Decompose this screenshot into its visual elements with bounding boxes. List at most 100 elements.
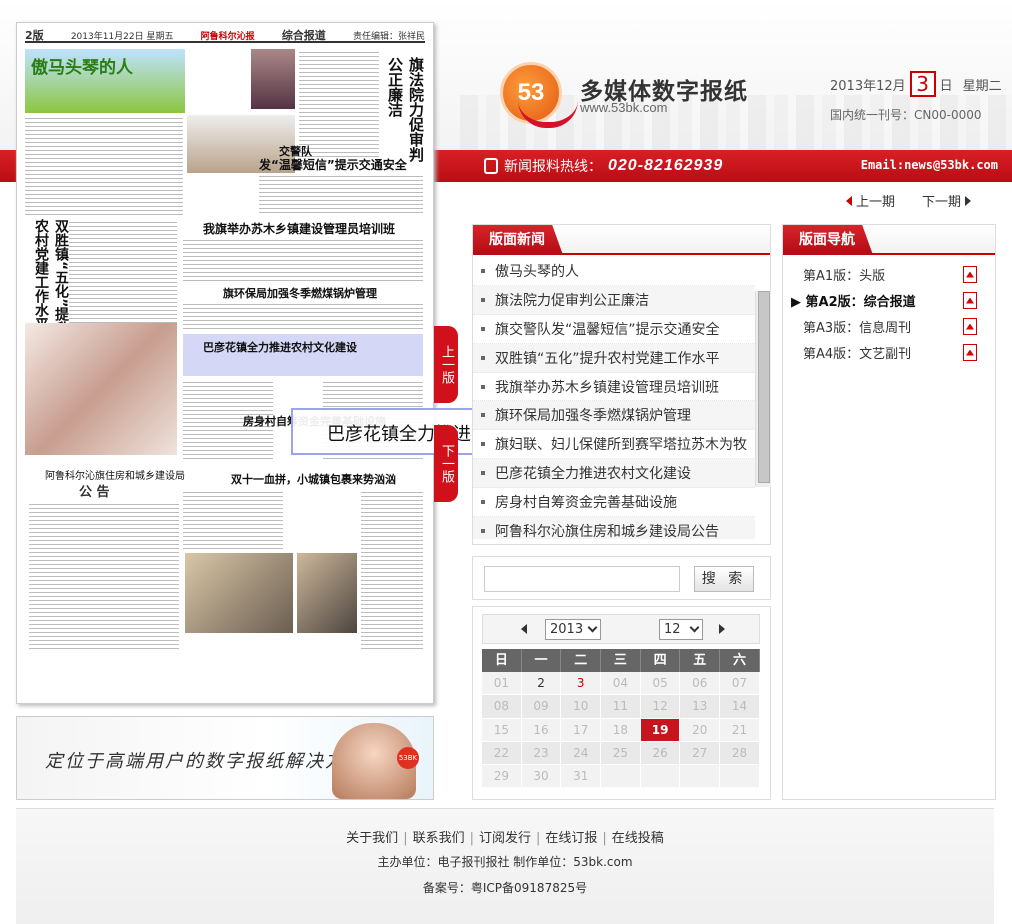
- calendar-day[interactable]: 2: [521, 672, 562, 696]
- newspaper-page[interactable]: 2版 2013年11月22日 星期五 阿鲁科尔沁报 综合报道 责任编辑：张祥民 …: [16, 22, 434, 704]
- article-text: [25, 115, 183, 215]
- next-issue-link[interactable]: 下一期: [922, 191, 972, 210]
- scrollbar-thumb[interactable]: [758, 291, 770, 483]
- guide-item[interactable]: 第A4版：文艺副刊: [783, 339, 995, 365]
- calendar-day: 20: [680, 718, 721, 742]
- headline-boiler[interactable]: 旗环保局加强冬季燃煤锅炉管理: [223, 285, 377, 301]
- prev-year-icon[interactable]: [521, 624, 527, 634]
- calendar-day: [640, 764, 681, 789]
- calendar-day: 24: [561, 741, 602, 765]
- article-banner[interactable]: 傲马头琴的人: [25, 49, 185, 113]
- contact-email[interactable]: Email:news@53bk.com: [861, 158, 998, 172]
- news-item[interactable]: 阿鲁科尔沁旗住房和城乡建设局公告: [473, 517, 755, 539]
- calendar-nav: 2013 12: [482, 614, 760, 644]
- month-select[interactable]: 12: [659, 619, 703, 640]
- calendar-day: 13: [680, 695, 721, 719]
- article-text: [29, 501, 179, 651]
- article-text: [183, 237, 423, 281]
- calendar-day[interactable]: 19: [640, 718, 681, 742]
- page-header: 2版 2013年11月22日 星期五 阿鲁科尔沁报 综合报道 责任编辑：张祥民: [25, 29, 425, 43]
- footer-link[interactable]: 关于我们: [346, 831, 398, 846]
- calendar-day: 27: [680, 741, 721, 765]
- footer-icp: 备案号：粤ICP备09187825号: [422, 881, 588, 895]
- pdf-icon[interactable]: [963, 343, 977, 361]
- calendar-day: 01: [482, 672, 522, 696]
- year-select[interactable]: 2013: [545, 619, 601, 640]
- calendar-day: 30: [521, 764, 562, 789]
- calendar-day: 22: [482, 741, 522, 765]
- arrow-left-icon: [846, 195, 852, 206]
- news-item[interactable]: 旗交警队发“温馨短信”提示交通安全: [473, 315, 755, 344]
- calendar-day: 31: [561, 764, 602, 789]
- pdf-icon[interactable]: [963, 317, 977, 335]
- pdf-icon[interactable]: [963, 291, 977, 309]
- guide-item[interactable]: 第A3版：信息周刊: [783, 313, 995, 339]
- arrow-right-icon: [965, 195, 972, 206]
- headline-double11[interactable]: 双十一血拼，小城镇包裹来势汹汹: [231, 471, 396, 487]
- news-item[interactable]: 房身村自筹资金完善基础设施: [473, 488, 755, 518]
- bullet-icon: [481, 442, 485, 447]
- footer-separator: |: [602, 831, 607, 846]
- calendar-day: 15: [482, 718, 522, 742]
- calendar-day: 08: [482, 695, 522, 719]
- search-button[interactable]: 搜 索: [694, 566, 754, 592]
- calendar-day[interactable]: 3: [561, 672, 602, 696]
- headline-traffic[interactable]: 发“温馨短信”提示交通安全: [259, 156, 407, 173]
- bullet-icon: [481, 500, 485, 505]
- calendar-day: 17: [561, 718, 602, 742]
- notice-word: 公 告: [79, 485, 110, 500]
- calendar-week-row: 15 16 17 18 19 20 21: [482, 718, 760, 742]
- weekday-label: 日: [482, 649, 522, 673]
- guide-panel-title: 版面导航: [783, 225, 873, 255]
- ad-banner[interactable]: 定位于高端用户的数字报纸解决方案! 53BK: [16, 716, 434, 800]
- weekday-label: 六: [720, 649, 760, 673]
- footer-link[interactable]: 联系我们: [413, 831, 465, 846]
- brand-url: www.53bk.com: [580, 100, 668, 115]
- news-item[interactable]: 旗法院力促审判公正廉洁: [473, 285, 755, 315]
- notice-title[interactable]: 阿鲁科尔沁旗住房和城乡建设局: [45, 467, 185, 482]
- headline-training[interactable]: 我旗举办苏木乡镇建设管理员培训班: [203, 220, 395, 237]
- guide-item[interactable]: 第A1版：头版: [783, 261, 995, 287]
- news-item[interactable]: 我旗举办苏木乡镇建设管理员培训班: [473, 373, 755, 402]
- bullet-icon: [481, 471, 485, 476]
- prev-issue-link[interactable]: 上一期: [846, 191, 895, 210]
- current-date: 2013年12月 3 日 星期二: [830, 71, 1002, 97]
- calendar-weekday-row: 日一二三四五六: [482, 649, 760, 673]
- next-month-icon[interactable]: [719, 624, 725, 634]
- article-photo: [297, 553, 357, 633]
- news-item[interactable]: 旗妇联、妇儿保健所到赛罕塔拉苏木为牧: [473, 430, 755, 460]
- prev-page-tab[interactable]: 上一版: [434, 326, 458, 403]
- bullet-icon: [481, 528, 485, 533]
- news-item[interactable]: 巴彦花镇全力推进农村文化建设: [473, 459, 755, 489]
- guide-item[interactable]: ▶ 第A2版：综合报道: [783, 287, 995, 313]
- calendar-day: 04: [601, 672, 641, 696]
- article-text: [183, 301, 423, 331]
- search-input[interactable]: [484, 566, 680, 592]
- calendar-day: 06: [680, 672, 721, 696]
- calendar-grid: 日一二三四五六 01 2 3 04 05 06 07 08 09 10 11 12 13 14 15 16 17 1…: [482, 649, 760, 789]
- calendar-day: [601, 764, 641, 789]
- news-scrollbar[interactable]: [755, 291, 771, 487]
- news-item[interactable]: 旗环保局加强冬季燃煤锅炉管理: [473, 401, 755, 431]
- next-page-tab[interactable]: 下一版: [434, 425, 458, 502]
- footer-separator: |: [469, 831, 474, 846]
- footer-link[interactable]: 在线订报: [545, 831, 597, 846]
- pdf-icon[interactable]: [963, 265, 977, 283]
- footer-link[interactable]: 订阅发行: [479, 831, 531, 846]
- footer-links: 关于我们 | 联系我们 | 订阅发行 | 在线订报 | 在线投稿: [16, 827, 994, 846]
- bullet-icon: [481, 297, 485, 302]
- calendar-day: 10: [561, 695, 602, 719]
- news-item[interactable]: 双胜镇“五化”提升农村党建工作水平: [473, 343, 755, 373]
- calendar-day: 25: [601, 741, 641, 765]
- ad-badge: 53BK: [397, 747, 419, 769]
- headline-court[interactable]: 旗法院力促审判公正廉洁: [385, 57, 427, 167]
- calendar-day: 29: [482, 764, 522, 789]
- footer-link[interactable]: 在线投稿: [612, 831, 664, 846]
- article-photo: [185, 553, 293, 633]
- news-item[interactable]: 傲马头琴的人: [473, 257, 755, 286]
- weekday-label: 五: [680, 649, 721, 673]
- headline-culture[interactable]: 巴彦花镇全力推进农村文化建设: [203, 339, 357, 355]
- calendar-day: 07: [720, 672, 760, 696]
- article-text: [259, 173, 423, 213]
- footer-separator: |: [403, 831, 408, 846]
